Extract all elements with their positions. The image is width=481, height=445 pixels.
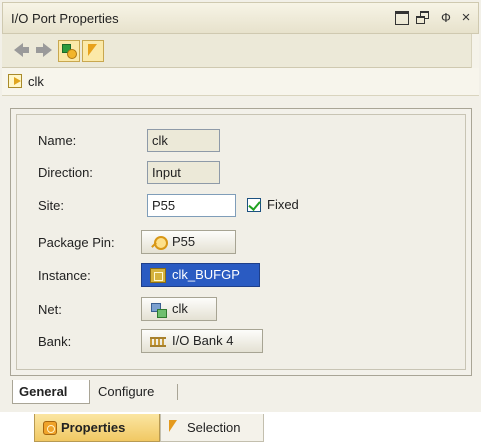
net-button[interactable]: clk bbox=[141, 297, 217, 321]
properties-icon bbox=[43, 421, 57, 435]
port-icon bbox=[8, 74, 22, 88]
net-icon bbox=[150, 302, 167, 318]
bank-button[interactable]: I/O Bank 4 bbox=[141, 329, 263, 353]
view-tab-selection[interactable]: Selection bbox=[160, 414, 264, 442]
instance-button[interactable]: clk_BUFGP bbox=[141, 263, 260, 287]
select-cursor-icon[interactable] bbox=[82, 40, 104, 62]
pin-icon[interactable]: Ф bbox=[439, 11, 453, 25]
general-tab-content: Name: clk Direction: Input Site: P55 Fix… bbox=[10, 108, 472, 376]
name-label: Name: bbox=[38, 133, 77, 148]
view-tab-properties-label: Properties bbox=[61, 420, 126, 435]
name-field: clk bbox=[147, 129, 220, 152]
panel-title: I/O Port Properties bbox=[11, 11, 119, 26]
back-arrow-icon[interactable] bbox=[14, 40, 30, 62]
package-pin-value: P55 bbox=[172, 234, 196, 249]
instance-icon bbox=[150, 268, 166, 283]
properties-toolbar bbox=[2, 34, 479, 68]
io-port-properties-panel: I/O Port Properties Ф × clk Name: clk Di… bbox=[0, 0, 481, 445]
selected-object-header: clk bbox=[2, 68, 479, 96]
panel-title-bar: I/O Port Properties Ф × bbox=[2, 2, 479, 34]
fixed-checkbox-label: Fixed bbox=[267, 197, 299, 212]
bank-value: I/O Bank 4 bbox=[172, 333, 234, 348]
site-label: Site: bbox=[38, 198, 65, 213]
fixed-checkbox[interactable] bbox=[247, 198, 261, 212]
direction-field: Input bbox=[147, 161, 220, 184]
instance-label: Instance: bbox=[38, 268, 91, 283]
bank-label: Bank: bbox=[38, 334, 72, 349]
net-label: Net: bbox=[38, 302, 62, 317]
restore-icon[interactable] bbox=[416, 11, 430, 25]
net-value: clk bbox=[172, 301, 188, 316]
view-tab-properties[interactable]: Properties bbox=[34, 414, 160, 442]
direction-label: Direction: bbox=[38, 165, 93, 180]
selected-object-name: clk bbox=[28, 74, 44, 89]
tab-configure[interactable]: Configure bbox=[92, 380, 178, 404]
show-objects-icon[interactable] bbox=[58, 40, 80, 62]
view-tab-selection-label: Selection bbox=[187, 420, 241, 435]
package-pin-button[interactable]: P55 bbox=[141, 230, 236, 254]
tab-general[interactable]: General bbox=[12, 380, 90, 404]
properties-form: Name: clk Direction: Input Site: P55 Fix… bbox=[16, 114, 466, 370]
bank-icon bbox=[150, 337, 166, 347]
selection-cursor-icon bbox=[169, 420, 181, 434]
view-tab-strip: Properties Selection bbox=[0, 412, 481, 445]
package-pin-label: Package Pin: bbox=[38, 235, 115, 250]
site-input[interactable]: P55 bbox=[147, 194, 236, 217]
maximize-icon[interactable] bbox=[395, 11, 409, 25]
forward-arrow-icon[interactable] bbox=[36, 40, 52, 62]
toolbar-scrollbar[interactable] bbox=[471, 34, 479, 68]
instance-value: clk_BUFGP bbox=[172, 267, 240, 282]
package-pin-icon bbox=[150, 235, 168, 250]
close-icon[interactable]: × bbox=[459, 10, 473, 25]
